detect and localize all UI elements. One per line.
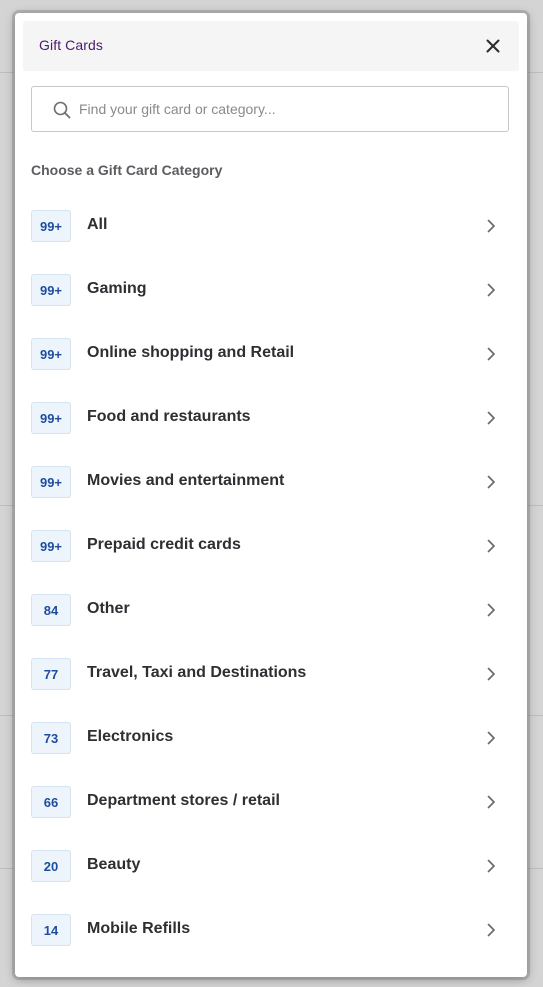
category-item[interactable]: 73 Electronics: [15, 706, 527, 770]
count-badge: 99+: [31, 338, 71, 370]
chevron-right-icon: [487, 411, 495, 425]
category-item[interactable]: 99+ Online shopping and Retail: [15, 322, 527, 386]
count-badge: 99+: [31, 402, 71, 434]
category-name: Beauty: [87, 856, 141, 873]
count-badge: 99+: [31, 210, 71, 242]
count-badge: 66: [31, 786, 71, 818]
search-icon: [53, 101, 71, 119]
chevron-right-icon: [487, 859, 495, 873]
category-name: Prepaid credit cards: [87, 536, 241, 553]
close-button[interactable]: [481, 34, 505, 58]
category-name: Electronics: [87, 728, 174, 745]
category-name: Food and restaurants: [87, 408, 251, 425]
chevron-right-icon: [487, 731, 495, 745]
category-list: 99+ All 99+ Gaming 99+ Online shopping and Re…: [15, 194, 527, 962]
section-label: Choose a Gift Card Category: [31, 162, 223, 178]
category-name: Travel, Taxi and Destinations: [87, 664, 307, 681]
chevron-right-icon: [487, 795, 495, 809]
category-item[interactable]: 20 Beauty: [15, 834, 527, 898]
modal-header: Gift Cards: [23, 21, 519, 71]
search-box: [31, 86, 509, 132]
category-name: Movies and entertainment: [87, 472, 285, 489]
category-item[interactable]: 99+ Prepaid credit cards: [15, 514, 527, 578]
chevron-right-icon: [487, 603, 495, 617]
category-name: Department stores / retail: [87, 792, 280, 809]
count-badge: 99+: [31, 466, 71, 498]
chevron-right-icon: [487, 283, 495, 297]
modal-title: Gift Cards: [39, 37, 104, 53]
category-item[interactable]: 14 Mobile Refills: [15, 898, 527, 962]
chevron-right-icon: [487, 539, 495, 553]
category-item[interactable]: 66 Department stores / retail: [15, 770, 527, 834]
count-badge: 73: [31, 722, 71, 754]
category-name: Mobile Refills: [87, 920, 191, 937]
count-badge: 20: [31, 850, 71, 882]
category-name: All: [87, 216, 108, 233]
category-item[interactable]: 99+ Food and restaurants: [15, 386, 527, 450]
count-badge: 77: [31, 658, 71, 690]
chevron-right-icon: [487, 347, 495, 361]
chevron-right-icon: [487, 667, 495, 681]
count-badge: 84: [31, 594, 71, 626]
category-name: Online shopping and Retail: [87, 344, 295, 361]
count-badge: 14: [31, 914, 71, 946]
category-item[interactable]: 84 Other: [15, 578, 527, 642]
chevron-right-icon: [487, 475, 495, 489]
count-badge: 99+: [31, 530, 71, 562]
gift-cards-modal: Gift Cards Choose a Gift Card Category 9…: [15, 13, 527, 977]
category-item[interactable]: 99+ Gaming: [15, 258, 527, 322]
category-name: Gaming: [87, 280, 147, 297]
close-icon: [486, 39, 500, 53]
category-item[interactable]: 99+ All: [15, 194, 527, 258]
chevron-right-icon: [487, 219, 495, 233]
category-name: Other: [87, 600, 130, 617]
category-item[interactable]: 99+ Movies and entertainment: [15, 450, 527, 514]
count-badge: 99+: [31, 274, 71, 306]
category-item[interactable]: 77 Travel, Taxi and Destinations: [15, 642, 527, 706]
search-input[interactable]: [79, 88, 499, 130]
chevron-right-icon: [487, 923, 495, 937]
